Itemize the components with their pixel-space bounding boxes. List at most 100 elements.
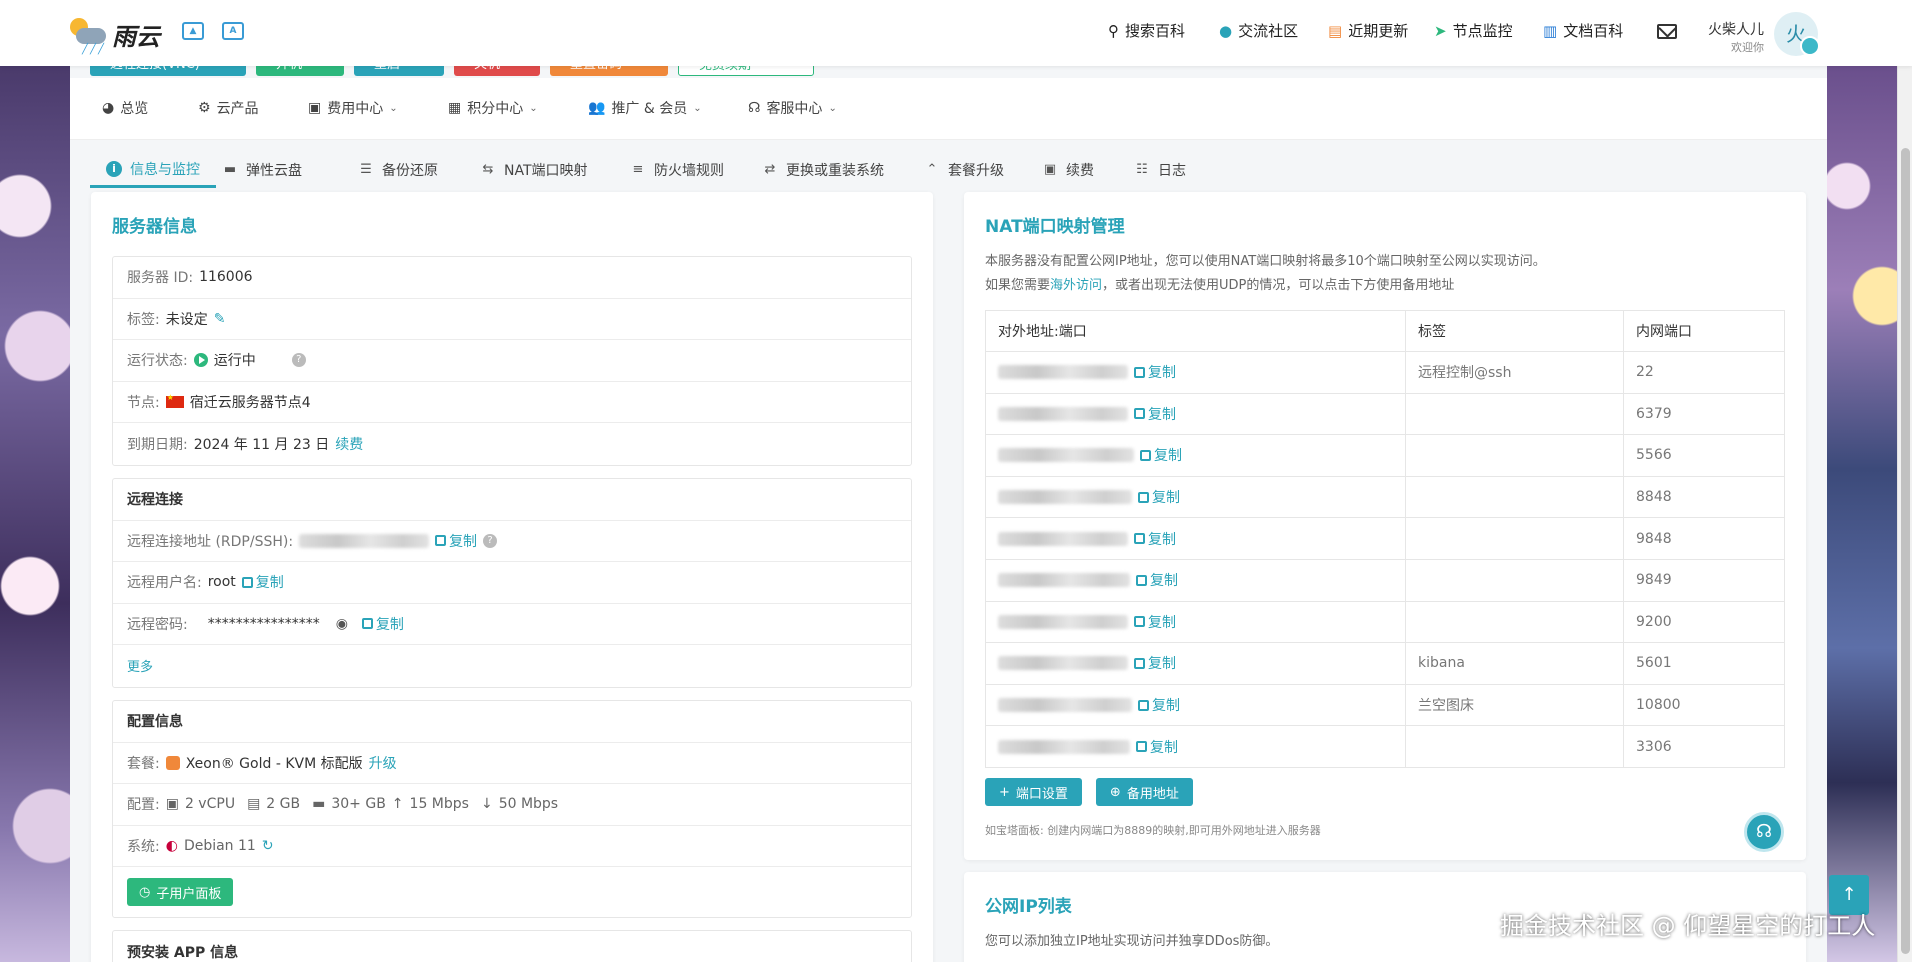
table-row: 复制 兰空图床 10800 [985, 683, 1785, 727]
copy-addr-button[interactable]: 复制 [435, 531, 477, 551]
customer-service-button[interactable]: ☊ [1744, 812, 1784, 852]
shutdown-button[interactable]: 关机 [454, 66, 540, 76]
copy-address-button[interactable]: 复制 [1134, 612, 1176, 632]
scrollbar-thumb[interactable] [1901, 148, 1910, 954]
plus-icon: + [999, 784, 1010, 800]
mail-icon[interactable] [1657, 24, 1677, 39]
table-row: 复制 远程控制@ssh 22 [985, 351, 1785, 394]
running-icon [193, 353, 208, 368]
copy-address-button[interactable]: 复制 [1134, 404, 1176, 424]
upgrade-link[interactable]: 升级 [369, 753, 397, 773]
copy-icon [361, 618, 373, 630]
tag-cell [1405, 600, 1624, 644]
internal-port-cell: 5601 [1623, 642, 1785, 685]
tab-reinstall[interactable]: ⇄ 更换或重装系统 [762, 152, 884, 188]
translate-icon[interactable]: A [222, 22, 244, 40]
external-address-blurred [998, 698, 1132, 713]
tab-elastic-disk[interactable]: ▬ 弹性云盘 [222, 152, 302, 188]
copy-address-button[interactable]: 复制 [1136, 737, 1178, 757]
server-id: 116006 [199, 269, 253, 286]
debian-icon: ◐ [165, 837, 178, 854]
refresh-icon[interactable]: ↻ [262, 838, 274, 854]
sub-user-panel-button[interactable]: ◷ 子用户面板 [127, 878, 234, 906]
table-row: 复制 9200 [985, 600, 1785, 644]
copy-address-button[interactable]: 复制 [1140, 445, 1182, 465]
overseas-link[interactable]: 海外访问 [1050, 278, 1102, 293]
reboot-button[interactable]: 重启 [354, 66, 444, 76]
help-icon[interactable]: ? [291, 353, 306, 368]
copy-user-button[interactable]: 复制 [241, 572, 284, 592]
backup-address-button[interactable]: ⊕ 备用地址 [1095, 778, 1193, 806]
gift-icon: ▦ [448, 100, 462, 116]
preinstall-heading-row: 预安装 APP 信息 [127, 944, 239, 961]
reset-password-button[interactable]: 重置密码 [550, 66, 668, 76]
china-flag-icon [165, 393, 184, 408]
chevron-down-icon: ⌄ [828, 102, 837, 114]
scrollbar[interactable] [1897, 66, 1912, 962]
help-icon[interactable]: ? [483, 533, 498, 548]
tab-info-monitor[interactable]: i 信息与监控 [90, 152, 216, 188]
tab-nat[interactable]: ⇆ NAT端口映射 [480, 152, 588, 188]
copy-address-button[interactable]: 复制 [1136, 570, 1178, 590]
copy-icon [435, 535, 447, 547]
copy-address-button[interactable]: 复制 [1134, 653, 1176, 673]
external-address-blurred [998, 531, 1128, 546]
nav-overview[interactable]: ◕ 总览 [102, 98, 148, 118]
swap-icon: ⇄ [764, 162, 776, 177]
col-external-address: 对外地址:端口 [985, 310, 1406, 352]
eye-icon[interactable]: ◉ [336, 616, 348, 632]
top-header: ╱╱╱ 雨云 ▲ A ⚲ 搜索百科 ● 交流社区 ▤ 近期更新 ➤ 节点监控 ▥ 文档百科… [0, 0, 1912, 66]
free-renew-button[interactable]: 免费续期 [678, 66, 814, 76]
site-logo[interactable]: ╱╱╱ 雨云 [68, 16, 160, 55]
port-settings-button[interactable]: + 端口设置 [985, 778, 1082, 806]
nav-cloud-products[interactable]: ⚙ 云产品 [198, 98, 259, 118]
vnc-button[interactable]: 远程连接(VNC) [90, 66, 246, 76]
tab-firewall[interactable]: ≡ 防火墙规则 [630, 152, 724, 188]
nav-promotion[interactable]: 👥 推广 & 会员 ⌄ [588, 98, 702, 118]
upgrade-icon: ⌃ [926, 162, 938, 177]
internal-port-cell: 8848 [1623, 475, 1785, 519]
power-on-button[interactable]: 开机 [256, 66, 344, 76]
firewall-icon: ≡ [632, 162, 644, 177]
preinstall-box: 预安装 APP 信息 [112, 930, 912, 962]
copy-icon [1134, 366, 1145, 378]
table-row: 复制 5566 [985, 434, 1785, 477]
copy-address-button[interactable]: 复制 [1134, 362, 1176, 382]
tab-renew[interactable]: ▣ 续费 [1042, 152, 1094, 188]
nat-desc-2: 如果您需要海外访问，或者出现无法使用UDP的情况，可以点击下方使用备用地址 [985, 278, 1455, 293]
tab-backup[interactable]: ☰ 备份还原 [358, 152, 438, 188]
renew-link[interactable]: 续费 [335, 434, 363, 454]
spec-row: 配置: ▣ 2 vCPU ▤ 2 GB ▬ 30+ GB ↑ 15 Mbps ↓ 50 Mbps [113, 784, 911, 826]
nav-points[interactable]: ▦ 积分中心 ⌄ [448, 98, 538, 118]
edit-icon[interactable]: ✎ [214, 311, 226, 327]
cloud-products-icon: ⚙ [198, 100, 211, 116]
tab-upgrade[interactable]: ⌃ 套餐升级 [924, 152, 1004, 188]
tab-log[interactable]: ☷ 日志 [1134, 152, 1186, 188]
nav-search-wiki[interactable]: ⚲ 搜索百科 [1108, 20, 1185, 41]
nav-updates[interactable]: ▤ 近期更新 [1328, 20, 1408, 41]
background-art-left [0, 66, 70, 962]
more-link[interactable]: 更多 [127, 656, 153, 675]
internal-port-cell: 9849 [1623, 558, 1785, 602]
tag-row: 标签: 未设定 ✎ [113, 299, 911, 340]
remote-heading-row: 远程连接 [113, 479, 911, 521]
copy-address-button[interactable]: 复制 [1138, 695, 1180, 715]
nav-docs[interactable]: ▥ 文档百科 [1543, 20, 1623, 41]
server-id-row: 服务器 ID: 116006 [113, 257, 911, 299]
image-icon[interactable]: ▲ [182, 22, 204, 40]
nav-community[interactable]: ● 交流社区 [1219, 20, 1298, 41]
cpu-icon: ▣ [165, 796, 179, 813]
nav-billing[interactable]: ▣ 费用中心 ⌄ [308, 98, 398, 118]
copy-icon [241, 576, 253, 588]
rain-cloud-logo-icon: ╱╱╱ [68, 16, 106, 55]
copy-address-button[interactable]: 复制 [1134, 529, 1176, 549]
remote-addr-blurred [299, 533, 430, 548]
user-info[interactable]: 火柴人儿 欢迎你 [1700, 19, 1764, 55]
nav-node-monitor[interactable]: ➤ 节点监控 [1434, 20, 1513, 41]
tag-cell [1405, 434, 1624, 477]
search-icon: ⚲ [1108, 21, 1119, 40]
nav-support[interactable]: ☊ 客服中心 ⌄ [748, 98, 837, 118]
external-address-blurred [998, 448, 1134, 463]
copy-address-button[interactable]: 复制 [1138, 487, 1180, 507]
copy-password-button[interactable]: 复制 [361, 614, 404, 634]
